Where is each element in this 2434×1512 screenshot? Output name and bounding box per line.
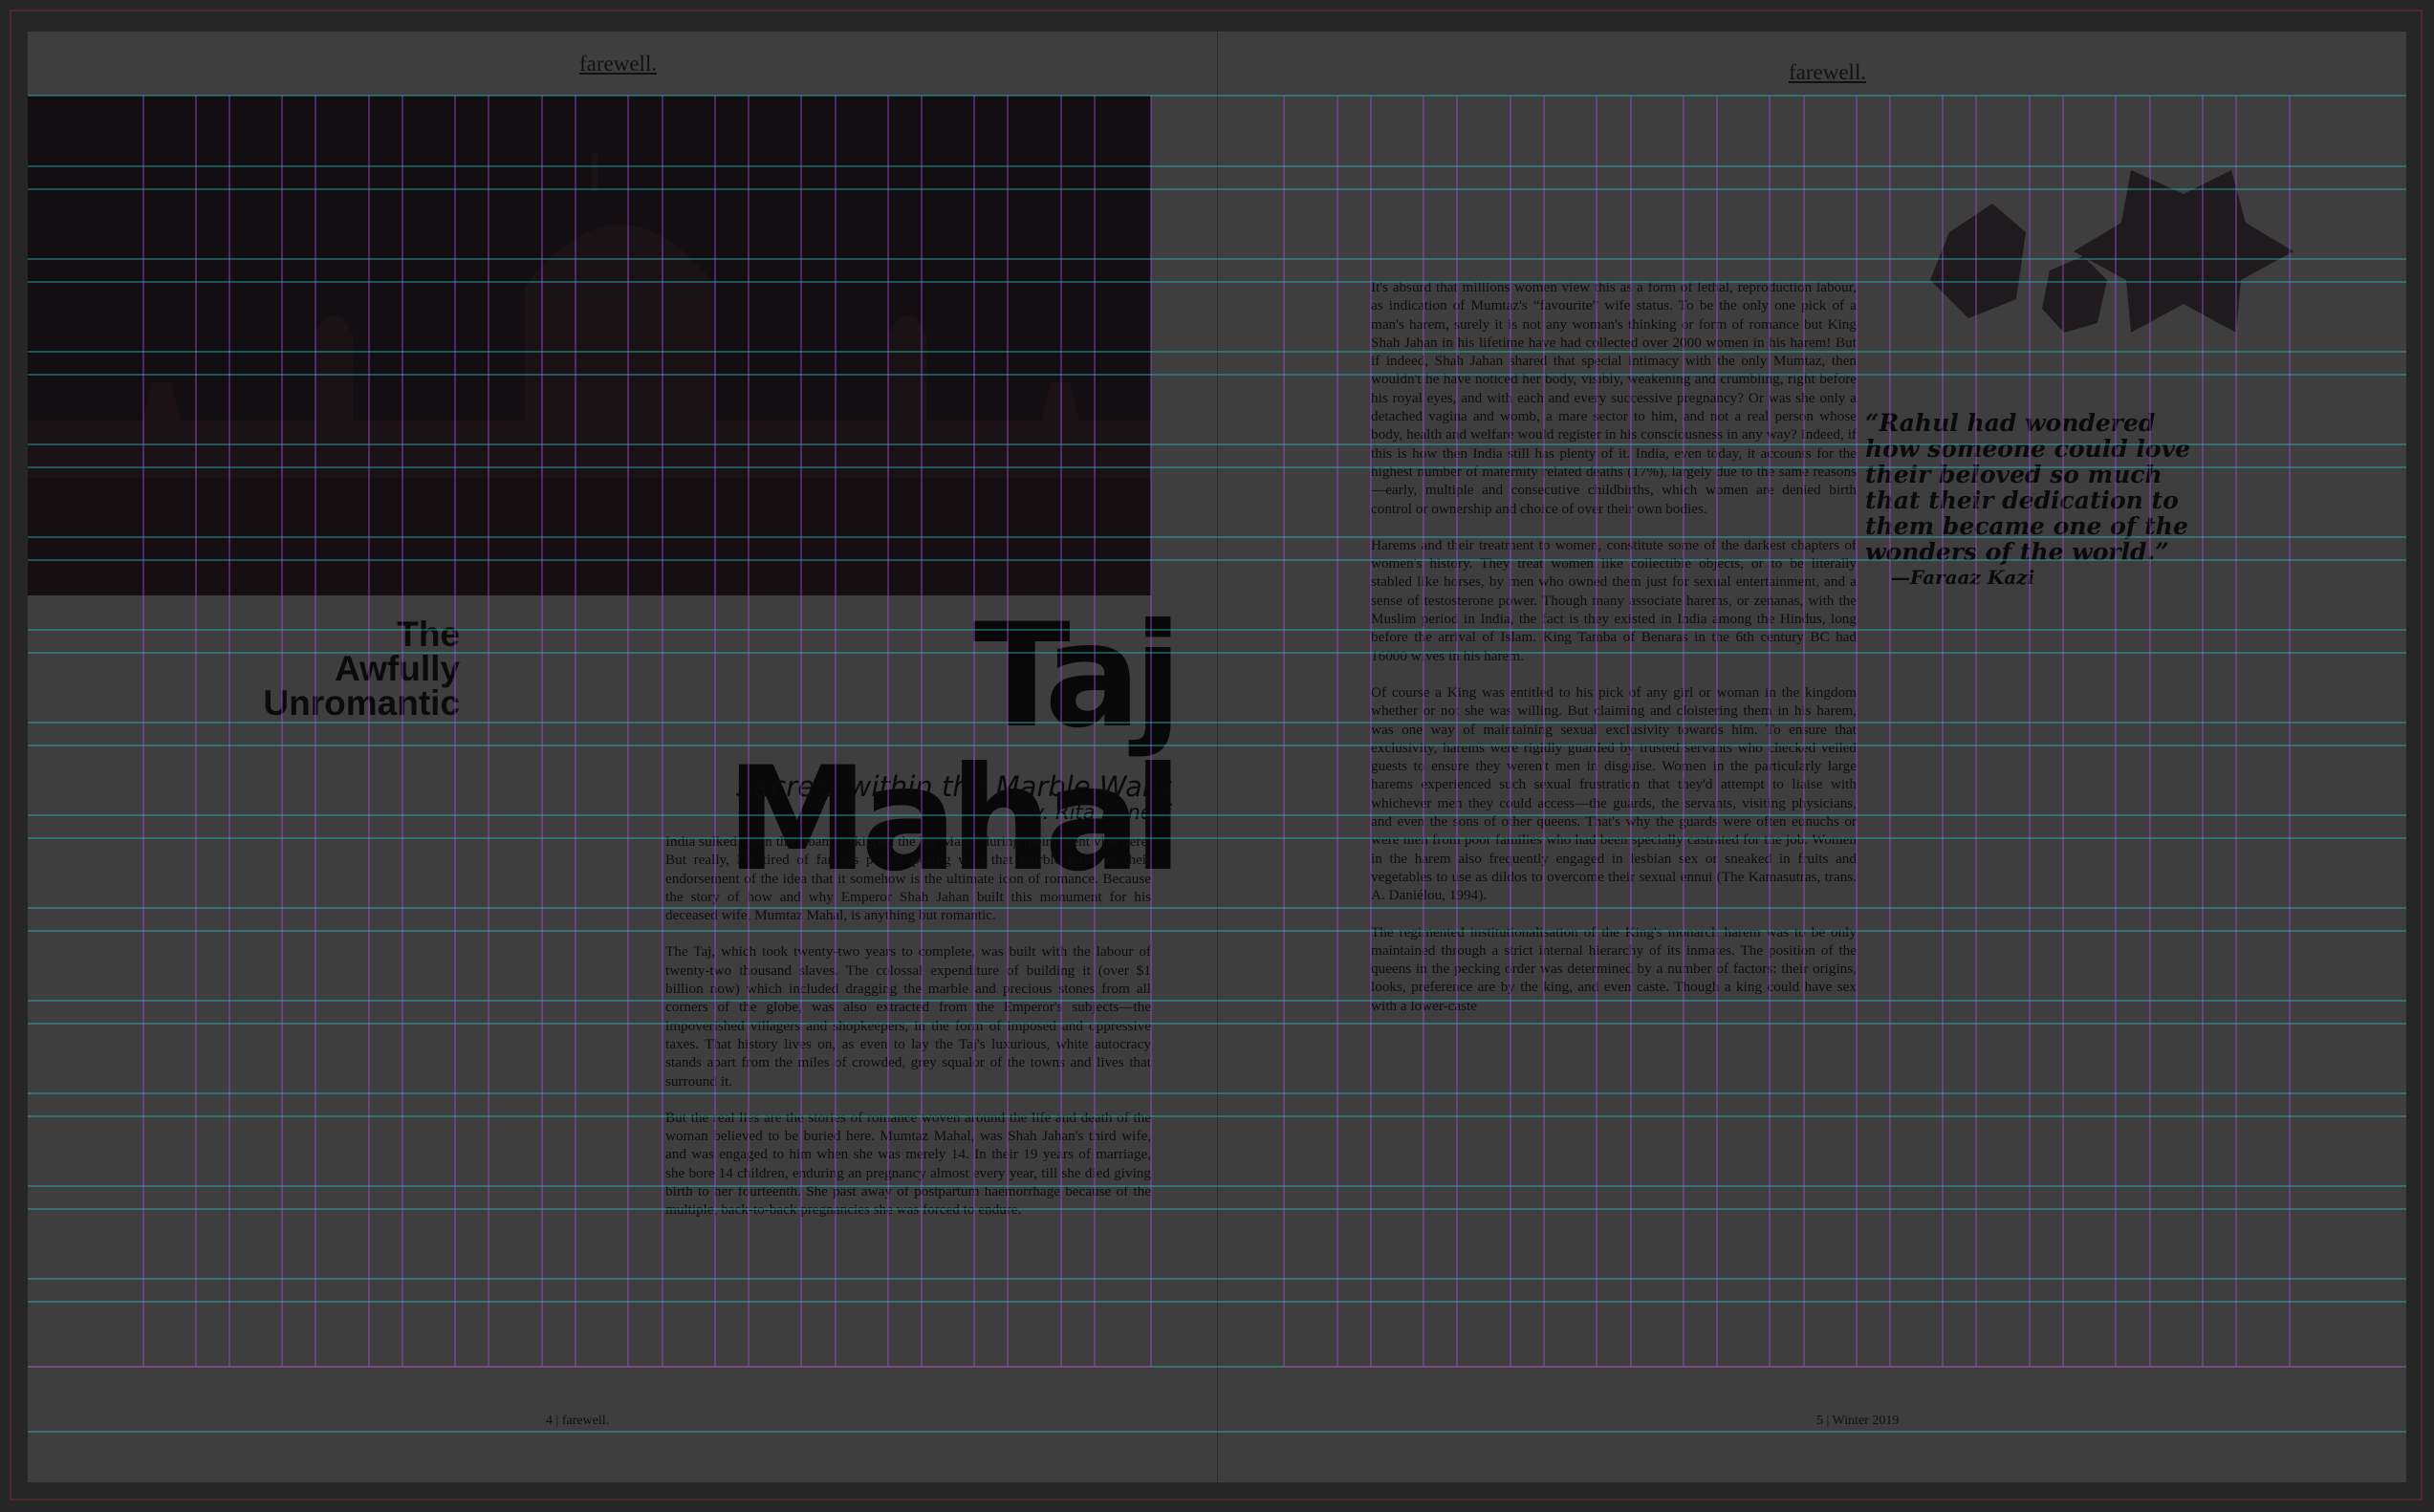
hero-photo (28, 96, 1151, 595)
body-paragraph: It's absurd that millions women view thi… (1371, 279, 1857, 517)
running-head-right: farewell. (1789, 60, 1867, 84)
pull-quote: “Rahul had wondered how someone could lo… (1865, 409, 2191, 566)
body-paragraph: The Taj, which took twenty-two years to … (665, 943, 1151, 1090)
kicker-line-3: Unromantic (263, 683, 460, 723)
folio-left: 4 | farewell. (546, 1414, 610, 1428)
subtitle: Secrets within the Marble Walls (736, 770, 1172, 803)
kicker-line-1: The (397, 615, 460, 654)
taj-silhouette-image (28, 96, 1151, 595)
body-paragraph: India sulked when the Obamas skipped the… (665, 833, 1151, 924)
decorative-shapes (1930, 170, 2293, 333)
left-body-column: India sulked when the Obamas skipped the… (665, 832, 1151, 1238)
left-page: farewell. The Awfully Unromantic Taj Mah… (28, 32, 1217, 1482)
right-body-column: It's absurd that millions women view thi… (1371, 278, 1857, 1033)
pull-quote-attribution: —Faraaz Kazi (1891, 566, 2035, 589)
body-paragraph: But the real lies are the stories of rom… (665, 1109, 1151, 1219)
hexagon-shape (1930, 204, 2026, 318)
byline: By. Rita Banerji (1018, 801, 1172, 824)
body-paragraph: Harems and their treatment to women, con… (1371, 536, 1857, 664)
running-head-left: farewell. (579, 52, 658, 76)
hexagon-shape-small (2042, 256, 2107, 333)
folio-right: 5 | Winter 2019 (1816, 1414, 1900, 1428)
body-paragraph: Of course a King was entitled to his pic… (1371, 683, 1857, 904)
star-shape (2074, 170, 2293, 333)
kicker-line-2: Awfully (335, 649, 460, 688)
body-paragraph: The regimented institutionalisation of t… (1371, 923, 1857, 1014)
right-page: farewell. It's absurd that millions wome… (1218, 32, 2406, 1482)
